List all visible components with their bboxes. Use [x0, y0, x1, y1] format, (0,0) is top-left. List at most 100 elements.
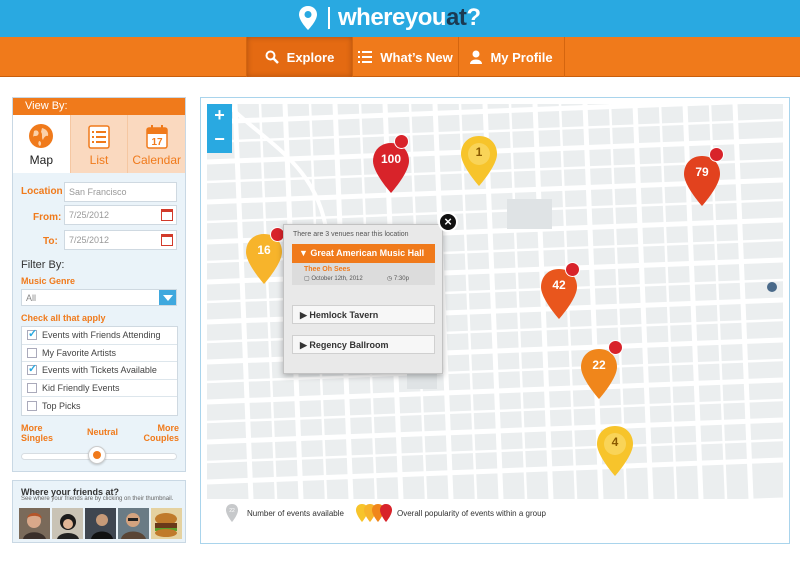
- nav-divider: [564, 37, 565, 77]
- from-date-input[interactable]: 7/25/2012: [64, 205, 177, 225]
- check-all-label: Check all that apply: [21, 313, 106, 323]
- view-by-heading: View By:: [13, 98, 185, 115]
- checkbox-label: Events with Friends Attending: [42, 330, 161, 341]
- map-pin-icon: [597, 426, 633, 476]
- to-date-value: 7/25/2012: [69, 235, 110, 245]
- friend-avatar[interactable]: [52, 508, 83, 539]
- tab-calendar[interactable]: 17 Calendar: [127, 115, 186, 173]
- checkbox[interactable]: [27, 347, 37, 358]
- friends-subtitle: See where your friends are by clicking o…: [21, 496, 174, 502]
- map-canvas[interactable]: + − 100 1 79 16 42 22 4 There are 3 venu…: [207, 104, 783, 499]
- tab-calendar-label: Calendar: [132, 153, 182, 167]
- zoom-in-button[interactable]: +: [207, 104, 232, 128]
- event-count: 4: [611, 435, 619, 449]
- map-panel: + − 100 1 79 16 42 22 4 There are 3 venu…: [200, 97, 790, 544]
- app-header: whereyouat?: [0, 0, 800, 37]
- from-row: From:: [33, 212, 61, 223]
- band-name[interactable]: Thee Oh Sees: [304, 266, 350, 273]
- checkbox-checked[interactable]: [27, 362, 37, 376]
- map-legend: 22 Number of events available Overall po…: [207, 499, 783, 537]
- logo-separator: [328, 7, 330, 29]
- event-marker[interactable]: 1: [459, 134, 499, 188]
- checkbox[interactable]: [27, 382, 37, 393]
- filter-checkbox-list: Events with Friends Attending My Favorit…: [21, 326, 178, 416]
- venue-item[interactable]: ▶ Regency Ballroom: [292, 335, 435, 354]
- zoom-out-button[interactable]: −: [207, 128, 232, 152]
- friend-avatar[interactable]: [85, 508, 116, 539]
- to-date-input[interactable]: 7/25/2012: [64, 230, 177, 250]
- location-label: Location: [21, 186, 63, 197]
- from-date-value: 7/25/2012: [69, 210, 110, 220]
- checkbox-checked[interactable]: [27, 327, 37, 341]
- slider-handle[interactable]: [88, 446, 106, 464]
- tab-map-label: Map: [29, 153, 53, 167]
- search-icon: [265, 50, 279, 64]
- event-count: 100: [380, 152, 402, 166]
- friend-badge-icon: [565, 262, 580, 277]
- friend-badge-icon: [608, 340, 623, 355]
- location-input[interactable]: San Francisco: [64, 182, 177, 202]
- event-marker[interactable]: 22: [579, 347, 619, 401]
- nav-explore[interactable]: Explore: [247, 37, 352, 77]
- friend-avatar[interactable]: [19, 508, 50, 539]
- list-icon: [358, 51, 373, 63]
- friend-avatar[interactable]: [151, 508, 182, 539]
- logo[interactable]: whereyouat?: [298, 3, 481, 33]
- checkbox-friends-attending[interactable]: Events with Friends Attending: [22, 327, 177, 345]
- svg-text:22: 22: [229, 508, 235, 514]
- map-pin-icon: [373, 143, 409, 193]
- location-pin-icon: [299, 6, 317, 30]
- music-genre-value: All: [26, 293, 37, 303]
- checkbox-kid-friendly[interactable]: Kid Friendly Events: [22, 380, 177, 397]
- venue-popup: There are 3 venues near this location ▼ …: [283, 224, 443, 374]
- calendar-icon: 17: [145, 125, 168, 149]
- nav-my-profile[interactable]: My Profile: [459, 37, 564, 77]
- venue-item[interactable]: ▶ Hemlock Tavern: [292, 305, 435, 324]
- venue-name: Regency Ballroom: [309, 340, 389, 350]
- list-icon: [88, 125, 110, 149]
- checkbox-top-picks[interactable]: Top Picks: [22, 397, 177, 415]
- popup-intro: There are 3 venues near this location: [293, 231, 409, 238]
- tab-map[interactable]: Map: [13, 115, 70, 173]
- event-count: 79: [695, 165, 709, 179]
- legend-count-text: Number of events available: [247, 509, 344, 518]
- checkbox[interactable]: [27, 400, 37, 411]
- checkbox-tickets-available[interactable]: Events with Tickets Available: [22, 362, 177, 380]
- calendar-icon[interactable]: [161, 209, 173, 221]
- to-row: To:: [43, 236, 58, 247]
- close-icon[interactable]: ×: [438, 212, 458, 232]
- venue-name: Great American Music Hall: [310, 248, 425, 258]
- nav-explore-label: Explore: [286, 49, 335, 65]
- chevron-down-icon[interactable]: [159, 290, 176, 305]
- popularity-scale-icon: [356, 504, 392, 522]
- checkbox-label: Kid Friendly Events: [42, 382, 120, 393]
- music-genre-select[interactable]: All: [21, 289, 177, 306]
- friend-avatar[interactable]: [118, 508, 149, 539]
- friend-badge-icon: [394, 134, 409, 149]
- location-row: Location: [21, 186, 63, 197]
- map-pin-icon: 22: [226, 504, 238, 522]
- svg-text:17: 17: [151, 137, 163, 148]
- event-marker[interactable]: 79: [682, 154, 722, 208]
- tab-list-label: List: [89, 153, 109, 167]
- map-pin-icon: [581, 349, 617, 399]
- filter-sidebar: View By: Map List 17 Calendar Location S…: [12, 97, 186, 472]
- venue-item-active[interactable]: ▼ Great American Music Hall: [292, 244, 435, 263]
- venue-name: Hemlock Tavern: [309, 310, 379, 320]
- tab-list[interactable]: List: [69, 115, 128, 173]
- event-count: 22: [592, 358, 606, 372]
- music-genre-label: Music Genre: [21, 276, 76, 286]
- calendar-icon[interactable]: [161, 234, 173, 246]
- event-count: 1: [475, 145, 483, 159]
- event-marker[interactable]: 100: [371, 141, 411, 195]
- event-count: 42: [552, 278, 566, 292]
- event-marker[interactable]: 4: [595, 424, 635, 478]
- from-label: From:: [33, 212, 62, 223]
- to-label: To:: [43, 236, 58, 247]
- friend-badge-icon: [709, 147, 724, 162]
- event-count: 16: [257, 243, 271, 257]
- person-icon: [470, 50, 483, 64]
- nav-whats-new[interactable]: What’s New: [353, 37, 458, 77]
- checkbox-label: Top Picks: [42, 400, 81, 411]
- checkbox-favorite-artists[interactable]: My Favorite Artists: [22, 345, 177, 362]
